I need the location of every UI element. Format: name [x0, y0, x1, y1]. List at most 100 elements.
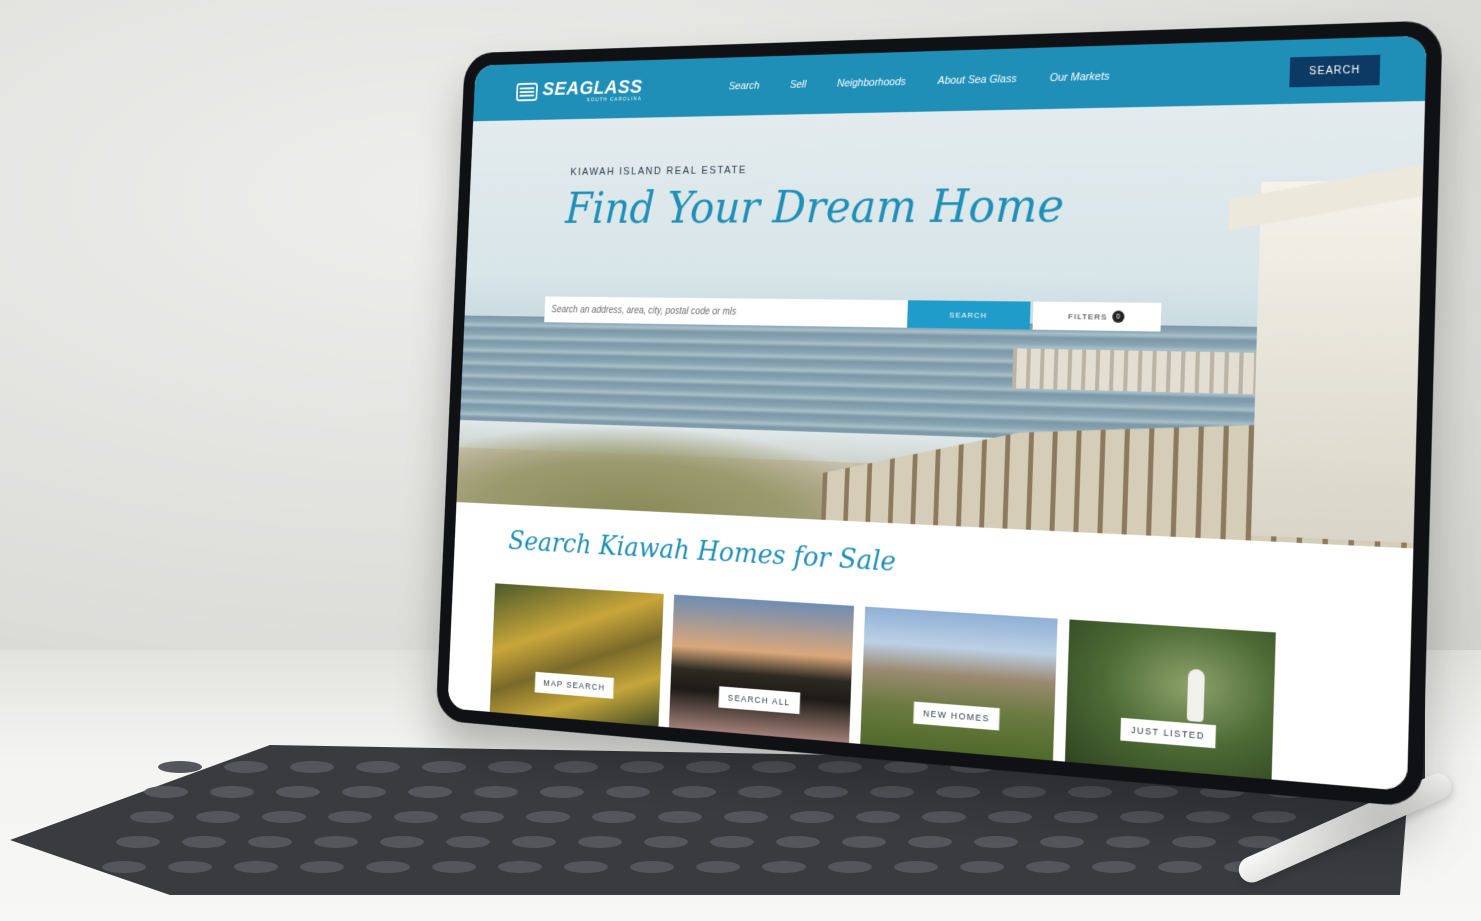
keyboard-key — [262, 811, 306, 823]
section-title: Search Kiawah Homes for Sale — [507, 524, 897, 578]
keyboard-key — [620, 761, 664, 773]
nav-item-search[interactable]: Search — [729, 80, 760, 92]
keyboard-key — [356, 761, 400, 773]
seaglass-logo[interactable]: SEAGLASS SOUTH CAROLINA — [515, 75, 643, 104]
keyboard-key — [686, 761, 730, 773]
keyboard-key — [394, 811, 438, 823]
keyboard-key — [908, 836, 952, 848]
keyboard-key — [762, 861, 806, 873]
keyboard-key — [290, 761, 334, 773]
keyboard-key — [776, 836, 820, 848]
keyboard-key — [936, 786, 980, 798]
keyboard-key — [1002, 786, 1046, 798]
keyboard-key — [804, 786, 848, 798]
keyboard-key — [130, 811, 174, 823]
keyboard-key — [842, 836, 886, 848]
keyboard-key — [1068, 786, 1112, 798]
nav-search-button[interactable]: SEARCH — [1289, 54, 1381, 87]
keyboard-key — [210, 786, 254, 798]
filters-label: FILTERS — [1068, 311, 1108, 322]
keyboard-key — [554, 761, 598, 773]
keyboard-key — [752, 761, 796, 773]
keyboard-key — [300, 861, 344, 873]
card-new-homes[interactable]: NEW HOMES — [860, 606, 1058, 762]
keyboard-key — [960, 861, 1004, 873]
keyboard-key — [366, 861, 410, 873]
keyboard-key — [710, 836, 754, 848]
filters-count-badge: 0 — [1112, 310, 1125, 323]
keyboard-key — [1172, 836, 1216, 848]
keyboard-key — [408, 786, 452, 798]
keyboard-key — [248, 836, 292, 848]
keyboard-key — [828, 861, 872, 873]
tablet-device: SEAGLASS SOUTH CAROLINA Search Sell Neig… — [435, 20, 1443, 808]
keyboard-key — [446, 836, 490, 848]
keyboard-key — [738, 786, 782, 798]
keyboard-key — [526, 811, 570, 823]
hero-title: Find Your Dream Home — [564, 178, 1066, 234]
keyboard-key — [380, 836, 424, 848]
keyboard-key — [606, 786, 650, 798]
nav-item-our-markets[interactable]: Our Markets — [1049, 71, 1109, 85]
card-search-all[interactable]: SEARCH ALL — [668, 594, 855, 744]
keyboard-key — [894, 861, 938, 873]
keyboard-key — [630, 861, 674, 873]
keyboard-key — [498, 861, 542, 873]
keyboard-key — [460, 811, 504, 823]
nav-menu: Search Sell Neighborhoods About Sea Glas… — [729, 71, 1110, 93]
keyboard-key — [1186, 811, 1230, 823]
keyboard-key — [672, 786, 716, 798]
keyboard-key — [182, 836, 226, 848]
keyboard-key — [102, 861, 146, 873]
keyboard-key — [512, 836, 556, 848]
keyboard-key — [564, 861, 608, 873]
nav-item-about[interactable]: About Sea Glass — [938, 73, 1017, 87]
nav-item-neighborhoods[interactable]: Neighborhoods — [837, 76, 906, 89]
keyboard-key — [276, 786, 320, 798]
keyboard-key — [856, 811, 900, 823]
nav-item-sell[interactable]: Sell — [790, 79, 807, 91]
keyboard-key — [432, 861, 476, 873]
keyboard-key — [988, 811, 1032, 823]
keyboard-key — [1158, 861, 1202, 873]
seaglass-logo-icon — [515, 82, 538, 102]
keyboard-key — [1054, 811, 1098, 823]
keyboard-key — [1134, 786, 1178, 798]
keyboard-key — [158, 761, 202, 773]
keyboard-key — [196, 811, 240, 823]
keyboard-key — [342, 786, 386, 798]
keyboard-key — [696, 861, 740, 873]
egret-image — [1064, 619, 1276, 781]
logo-name: SEAGLASS — [542, 75, 643, 100]
keyboard-key — [870, 786, 914, 798]
keyboard-key — [922, 811, 966, 823]
keyboard-key — [658, 811, 702, 823]
keyboard-key — [1026, 861, 1070, 873]
filters-button[interactable]: FILTERS 0 — [1032, 301, 1162, 332]
keyboard-key — [474, 786, 518, 798]
card-map-search[interactable]: MAP SEARCH — [489, 583, 664, 728]
hero-eyebrow: KIAWAH ISLAND REAL ESTATE — [570, 164, 748, 178]
keyboard-key — [116, 836, 160, 848]
keyboard-key — [1106, 836, 1150, 848]
keyboard-key — [1120, 811, 1164, 823]
keyboard-key — [790, 811, 834, 823]
tablet-screen: SEAGLASS SOUTH CAROLINA Search Sell Neig… — [447, 35, 1427, 792]
marsh-image — [489, 583, 664, 728]
keyboard-key — [818, 761, 862, 773]
keyboard-key — [144, 786, 188, 798]
search-input[interactable] — [544, 296, 909, 328]
keyboard-key — [224, 761, 268, 773]
keyboard-key — [234, 861, 278, 873]
card-just-listed[interactable]: JUST LISTED — [1064, 619, 1276, 781]
new-home-image — [860, 606, 1058, 762]
keyboard-key — [488, 761, 532, 773]
keyboard-key — [1040, 836, 1084, 848]
keyboard-key — [314, 836, 358, 848]
keyboard-key — [168, 861, 212, 873]
keyboard-key — [644, 836, 688, 848]
keyboard-key — [578, 836, 622, 848]
hero-search-button[interactable]: SEARCH — [907, 300, 1031, 330]
keyboard-key — [328, 811, 372, 823]
keyboard-key — [540, 786, 584, 798]
